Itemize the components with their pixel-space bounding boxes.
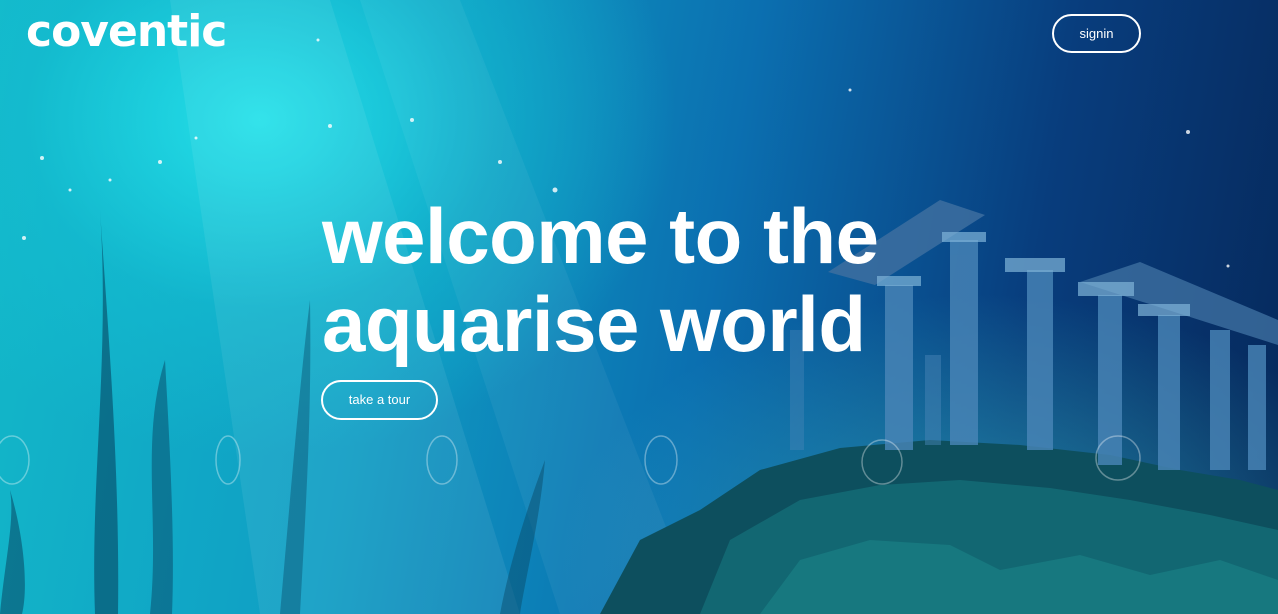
brand-logo[interactable]: coventic <box>26 4 227 60</box>
signin-button[interactable]: signin <box>1052 14 1141 53</box>
seaweed-shape <box>94 210 119 614</box>
headline-line-2: aquarise world <box>322 280 866 368</box>
hero-section: coventic signin welcome to the aquarise … <box>0 0 1278 614</box>
hero-headline: welcome to the aquarise world <box>322 192 962 368</box>
seaweed-shape <box>0 490 25 614</box>
headline-line-1: welcome to the <box>322 192 879 280</box>
take-a-tour-button[interactable]: take a tour <box>321 380 438 420</box>
seaweed-shape <box>150 360 173 614</box>
